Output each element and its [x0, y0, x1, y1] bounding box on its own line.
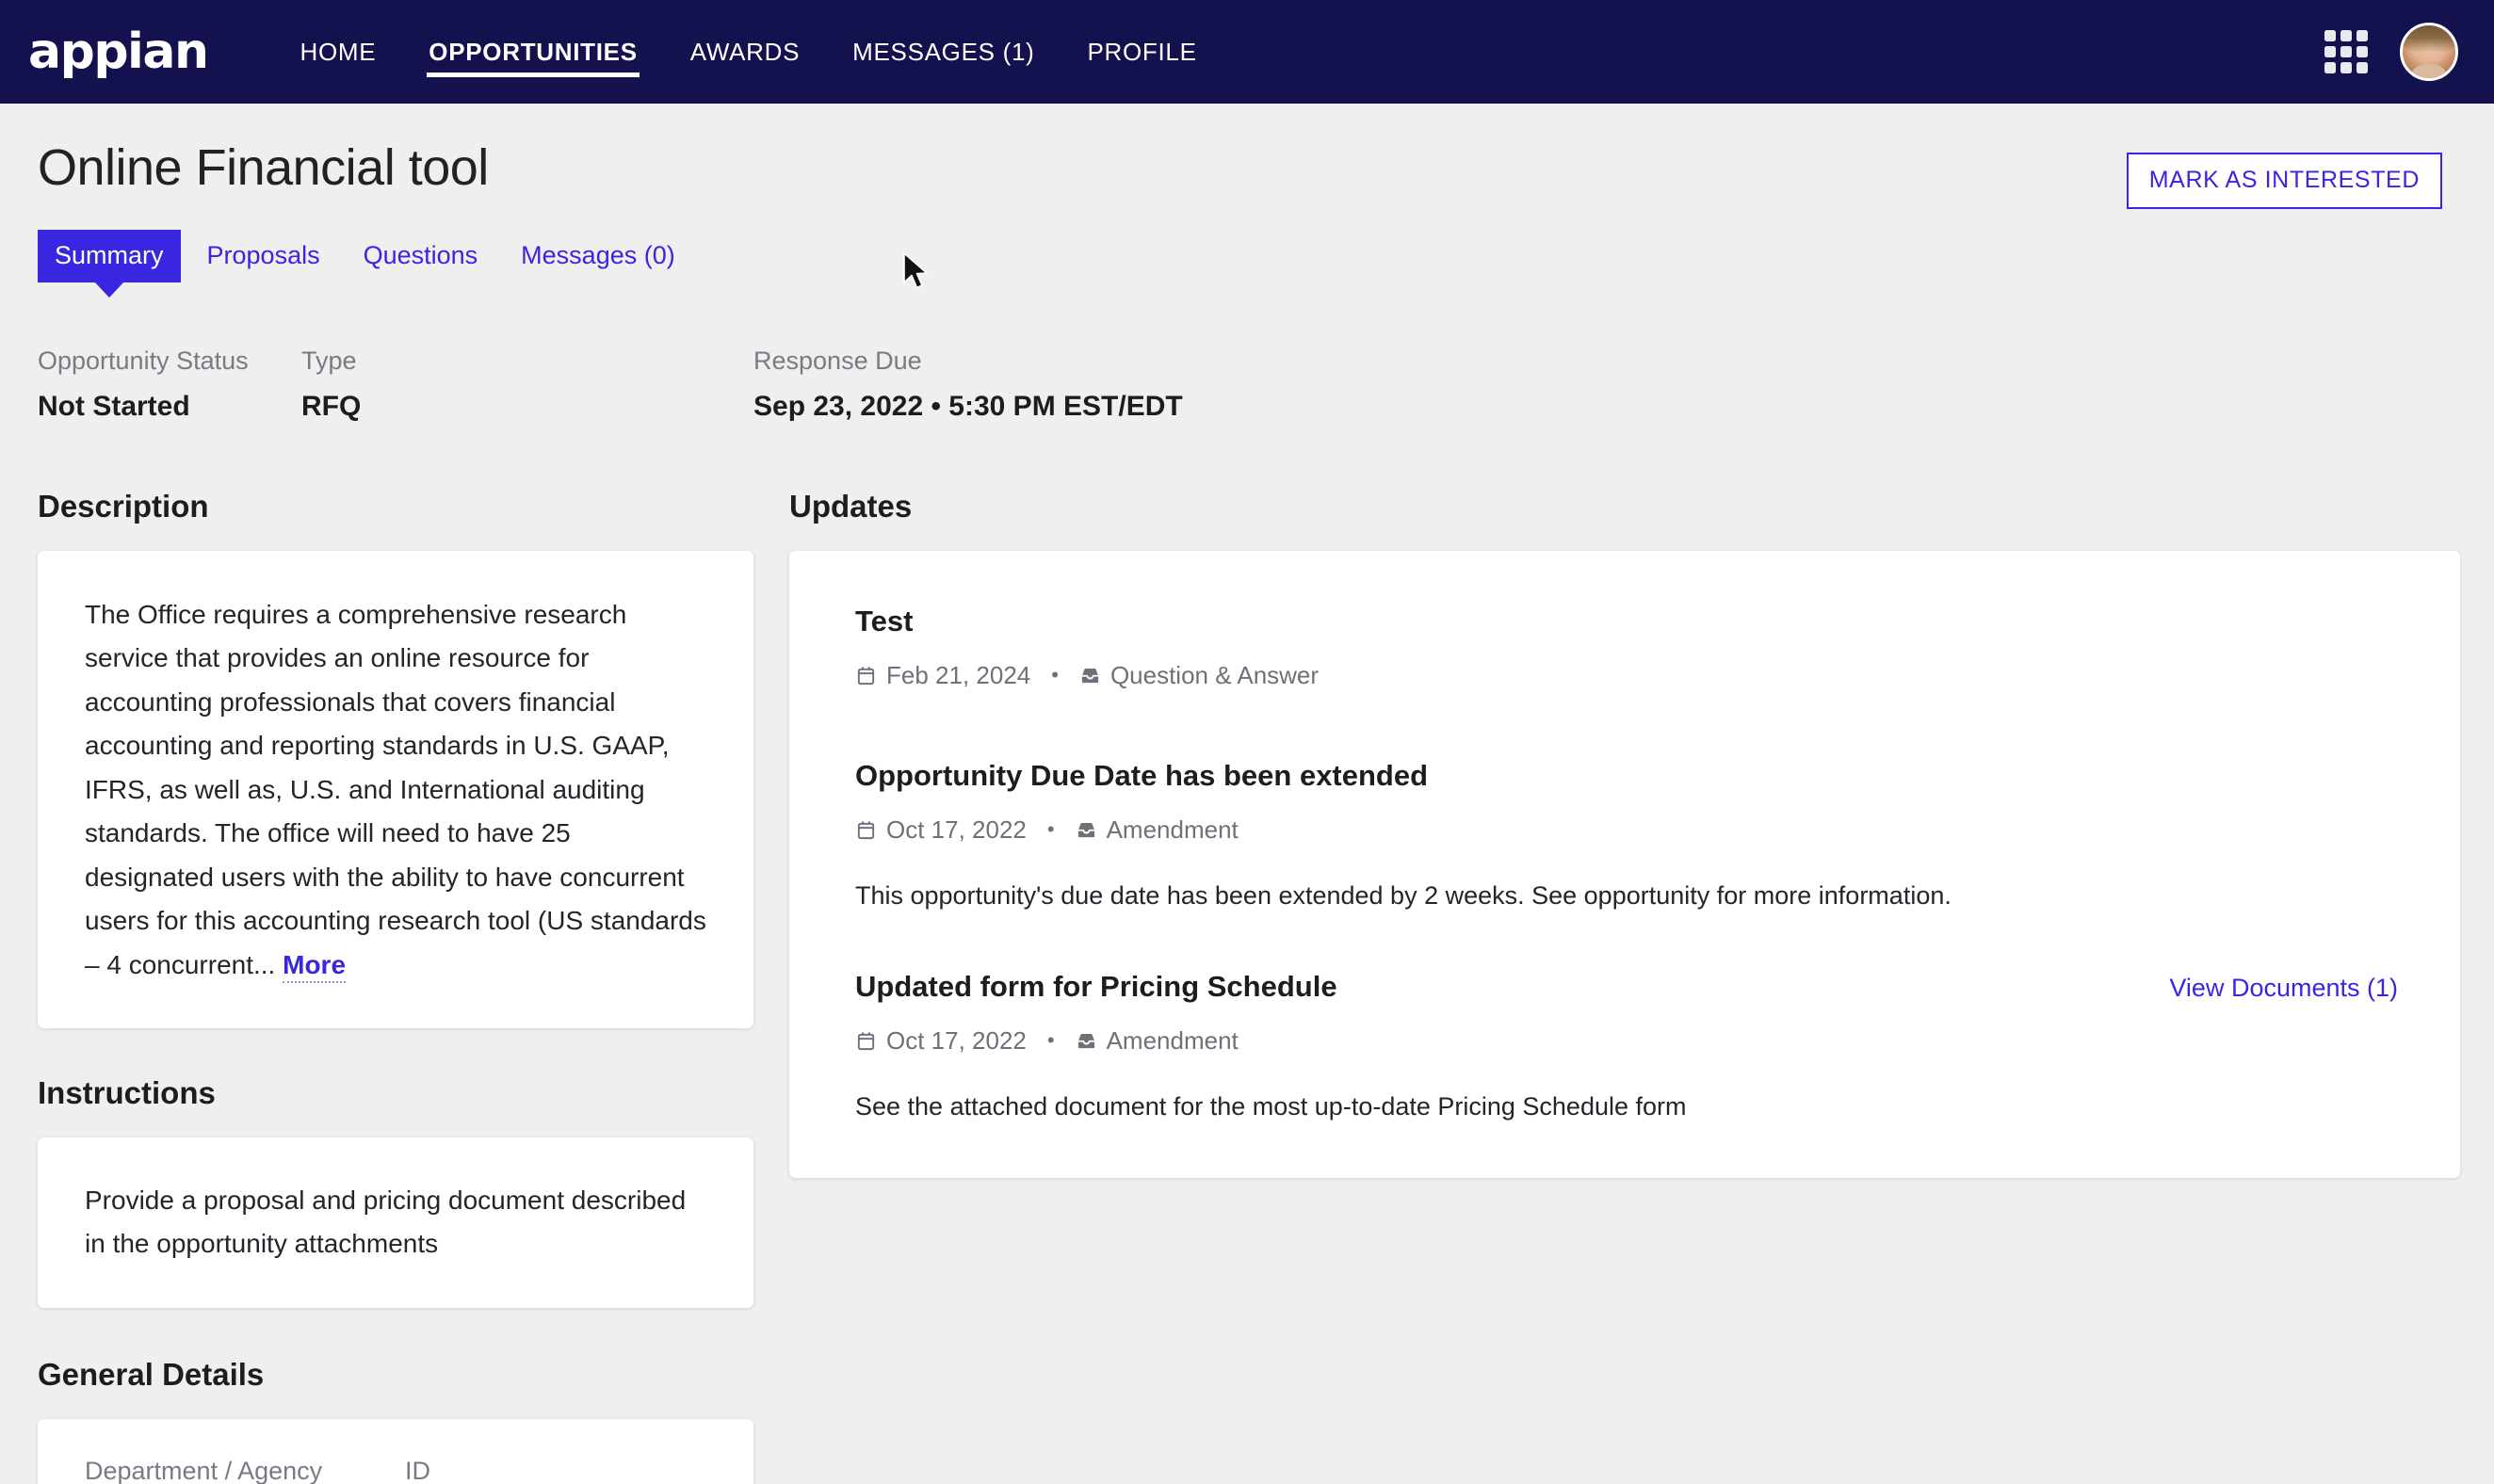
meta-label-status: Opportunity Status: [38, 347, 249, 375]
appian-logo[interactable]: appian: [28, 24, 209, 80]
avatar[interactable]: [2400, 23, 2458, 81]
description-text: The Office requires a comprehensive rese…: [85, 600, 706, 979]
grid-apps-icon[interactable]: [2324, 30, 2368, 73]
meta-separator: •: [1046, 817, 1055, 841]
calendar-icon: [855, 1030, 877, 1052]
general-details-grid: Department / Agency ID Labor, Department…: [85, 1457, 706, 1484]
top-navbar: appian HOME OPPORTUNITIES AWARDS MESSAGE…: [0, 0, 2494, 104]
inbox-icon: [1076, 1030, 1097, 1052]
description-heading: Description: [38, 489, 209, 524]
instructions-text: Provide a proposal and pricing document …: [85, 1186, 687, 1258]
inbox-icon: [1076, 819, 1097, 841]
meta-value-due: Sep 23, 2022 • 5:30 PM EST/EDT: [753, 391, 1183, 422]
tab-messages[interactable]: Messages (0): [504, 230, 692, 282]
update-category-chip: Question & Answer: [1079, 661, 1319, 690]
update-meta: Oct 17, 2022 • Amendment: [855, 1026, 2398, 1056]
gd-label-department: Department / Agency: [85, 1457, 323, 1484]
general-details-heading: General Details: [38, 1357, 265, 1393]
update-item: Test Feb 21, 2024 • Question & Answer: [855, 604, 2398, 690]
nav-link-home[interactable]: HOME: [273, 0, 402, 104]
update-category: Question & Answer: [1109, 660, 1320, 689]
tab-questions[interactable]: Questions: [347, 230, 495, 282]
page-title: Online Financial tool: [38, 139, 489, 196]
navbar-right-actions: [2324, 23, 2458, 81]
view-documents-link[interactable]: View Documents (1): [2169, 974, 2398, 1003]
main-nav: HOME OPPORTUNITIES AWARDS MESSAGES (1) P…: [273, 0, 1223, 104]
update-body: This opportunity's due date has been ext…: [855, 880, 1951, 910]
description-text-wrap: The Office requires a comprehensive rese…: [85, 593, 706, 987]
general-details-section: General Details Department / Agency ID L…: [38, 1357, 753, 1484]
updates-heading: Updates: [789, 489, 913, 524]
tab-bar: Summary Proposals Questions Messages (0): [0, 209, 2494, 282]
update-date-chip: Feb 21, 2024: [855, 661, 1030, 690]
page-header: Online Financial tool MARK AS INTERESTED: [0, 104, 2494, 209]
update-title: Test: [855, 605, 914, 637]
calendar-icon: [855, 819, 877, 841]
update-title: Updated form for Pricing Schedule: [855, 970, 1337, 1003]
update-date: Feb 21, 2024: [886, 660, 1031, 689]
update-item: Updated form for Pricing Schedule View D…: [855, 969, 2398, 1125]
update-body: See the attached document for the most u…: [855, 1091, 1687, 1121]
mark-as-interested-button[interactable]: MARK AS INTERESTED: [2126, 153, 2442, 209]
left-column: Description The Office requires a compre…: [38, 489, 753, 1484]
update-category-chip: Amendment: [1076, 815, 1239, 845]
nav-link-opportunities[interactable]: OPPORTUNITIES: [402, 0, 663, 104]
nav-link-awards[interactable]: AWARDS: [664, 0, 826, 104]
general-details-card: Department / Agency ID Labor, Department…: [38, 1419, 753, 1484]
update-date-chip: Oct 17, 2022: [855, 1026, 1027, 1056]
description-card: The Office requires a comprehensive rese…: [38, 551, 753, 1029]
calendar-icon: [855, 665, 877, 686]
inbox-icon: [1079, 665, 1101, 686]
meta-separator: •: [1046, 1028, 1055, 1053]
update-meta: Oct 17, 2022 • Amendment: [855, 815, 2398, 845]
tab-summary[interactable]: Summary: [38, 230, 181, 282]
meta-response-due: Response Due Sep 23, 2022 • 5:30 PM EST/…: [753, 347, 1183, 423]
description-section: Description The Office requires a compre…: [38, 489, 753, 1029]
content-columns: Description The Office requires a compre…: [0, 423, 2494, 1484]
meta-separator: •: [1051, 663, 1059, 687]
update-category-chip: Amendment: [1076, 1026, 1239, 1056]
meta-label-type: Type: [301, 347, 357, 375]
meta-value-status: Not Started: [38, 391, 190, 422]
right-column: Updates Test Feb 21, 2024 • Question & A…: [789, 489, 2460, 1179]
meta-type: Type RFQ: [301, 347, 753, 423]
updates-card: Test Feb 21, 2024 • Question & Answer Op…: [789, 551, 2460, 1179]
instructions-section: Instructions Provide a proposal and pric…: [38, 1075, 753, 1309]
tab-proposals[interactable]: Proposals: [190, 230, 337, 282]
meta-opportunity-status: Opportunity Status Not Started: [38, 347, 301, 423]
update-meta: Feb 21, 2024 • Question & Answer: [855, 661, 2398, 690]
update-head: Updated form for Pricing Schedule View D…: [855, 969, 2398, 1006]
update-head: Opportunity Due Date has been extended: [855, 758, 2398, 795]
update-date-chip: Oct 17, 2022: [855, 815, 1027, 845]
update-date: Oct 17, 2022: [886, 815, 1027, 844]
update-category: Amendment: [1106, 815, 1239, 844]
meta-label-due: Response Due: [753, 347, 922, 375]
meta-value-type: RFQ: [301, 391, 362, 422]
gd-label-id: ID: [405, 1457, 430, 1484]
instructions-card: Provide a proposal and pricing document …: [38, 1137, 753, 1309]
nav-link-messages[interactable]: MESSAGES (1): [826, 0, 1061, 104]
instructions-heading: Instructions: [38, 1075, 216, 1111]
update-category: Amendment: [1106, 1025, 1239, 1055]
nav-link-profile[interactable]: PROFILE: [1061, 0, 1223, 104]
update-date: Oct 17, 2022: [886, 1025, 1027, 1055]
update-item: Opportunity Due Date has been extended O…: [855, 758, 2398, 914]
update-title: Opportunity Due Date has been extended: [855, 758, 1429, 792]
description-more-link[interactable]: More: [283, 949, 347, 983]
update-head: Test: [855, 604, 2398, 640]
opportunity-meta-row: Opportunity Status Not Started Type RFQ …: [0, 282, 2494, 423]
